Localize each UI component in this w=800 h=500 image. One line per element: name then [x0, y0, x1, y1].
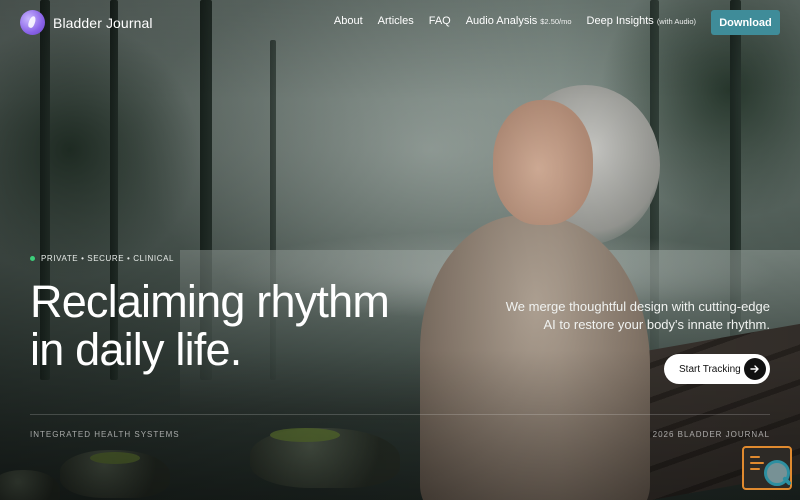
nav-about-link[interactable]: About	[334, 15, 363, 27]
brand[interactable]: Bladder Journal	[20, 10, 153, 35]
hero-background-image	[0, 0, 800, 500]
brand-name: Bladder Journal	[53, 14, 153, 31]
start-tracking-label: Start Tracking	[679, 363, 741, 375]
landing-page: Bladder Journal About Articles FAQ Audio…	[0, 0, 800, 500]
nav-links: About Articles FAQ Audio Analysis $2.50/m…	[334, 15, 696, 27]
subtext-line-2: AI to restore your body's innate rhythm.	[543, 317, 770, 332]
headline-line-2: in daily life.	[30, 324, 242, 375]
headline-line-1: Reclaiming rhythm	[30, 276, 390, 327]
footer-divider	[30, 414, 770, 415]
nav-faq-link[interactable]: FAQ	[429, 15, 451, 27]
top-navbar: Bladder Journal About Articles FAQ Audio…	[0, 0, 800, 44]
tagline-text: PRIVATE • SECURE • CLINICAL	[41, 254, 175, 263]
hero-subtext: We merge thoughtful design with cutting-…	[470, 298, 770, 334]
nav-articles-link[interactable]: Articles	[378, 15, 414, 27]
download-button[interactable]: Download	[711, 10, 780, 35]
deep-insights-note: (with Audio)	[656, 17, 696, 26]
footer-left-text: INTEGRATED HEALTH SYSTEMS	[30, 430, 180, 439]
audio-analysis-label: Audio Analysis	[465, 15, 538, 27]
nav-audio-analysis-link[interactable]: Audio Analysis $2.50/mo	[466, 15, 572, 27]
deep-insights-label: Deep Insights	[586, 15, 654, 27]
arrow-right-icon	[744, 358, 766, 380]
hero-headline: Reclaiming rhythm in daily life.	[30, 278, 450, 374]
footer-right-text: 2026 BLADDER JOURNAL	[652, 430, 770, 439]
subtext-line-1: We merge thoughtful design with cutting-…	[505, 299, 770, 314]
search-document-widget-icon[interactable]	[742, 446, 792, 492]
droplet-logo-icon	[20, 10, 45, 35]
hero-tagline: PRIVATE • SECURE • CLINICAL	[30, 254, 174, 263]
nav-deep-insights-link[interactable]: Deep Insights (with Audio)	[587, 15, 696, 27]
start-tracking-button[interactable]: Start Tracking	[664, 354, 770, 384]
status-dot-icon	[30, 256, 35, 261]
audio-analysis-price: $2.50/mo	[540, 17, 572, 26]
